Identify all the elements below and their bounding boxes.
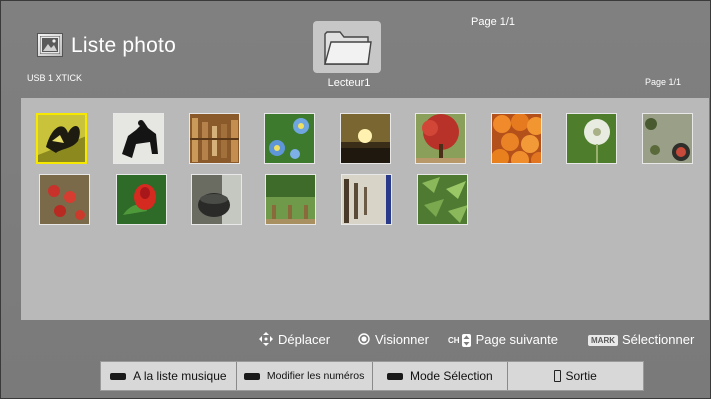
- thumbnail-stone-basin[interactable]: [191, 174, 242, 225]
- color-key-icon: [387, 372, 404, 380]
- thumbnail-blue-flowers[interactable]: [264, 113, 315, 164]
- thumbnail-garden-pots[interactable]: [642, 113, 693, 164]
- thumbnail-corridor[interactable]: [341, 174, 392, 225]
- edit-numbers-label: Modifier les numéros: [266, 370, 365, 382]
- function-button-bar: A la liste musique Modifier les numéros …: [100, 361, 644, 391]
- photo-grid: [21, 98, 709, 320]
- folder-button[interactable]: [313, 21, 381, 73]
- page-indicator-right: Page 1/1: [645, 77, 682, 87]
- edit-numbers-button[interactable]: Modifier les numéros: [237, 362, 373, 390]
- hint-next-page: CH Page suivante: [448, 332, 558, 348]
- thumbnail-sunset[interactable]: [340, 113, 391, 164]
- ch-updown-icon: [461, 334, 471, 348]
- exit-label: Sortie: [565, 369, 597, 383]
- thumbnail-horse-rider[interactable]: [113, 113, 164, 164]
- selection-mode-label: Mode Sélection: [410, 369, 493, 383]
- thumbnail-red-tree[interactable]: [415, 113, 466, 164]
- hint-view: Visionner: [358, 332, 429, 348]
- arrows-icon: [259, 332, 273, 349]
- music-list-label: A la liste musique: [133, 369, 227, 383]
- ok-button-icon: [358, 333, 370, 348]
- hint-next-page-label: Page suivante: [475, 332, 558, 347]
- device-label: USB 1 XTICK: [27, 73, 83, 83]
- navigation-hints: Déplacer Visionner CH Page suivante MARK…: [1, 332, 711, 350]
- page-indicator-top: Page 1/1: [471, 16, 516, 28]
- selection-mode-button[interactable]: Mode Sélection: [373, 362, 509, 390]
- hint-view-label: Visionner: [375, 332, 429, 347]
- color-key-icon: [110, 372, 127, 380]
- photo-list-icon: [37, 33, 63, 57]
- mark-badge: MARK: [588, 335, 618, 347]
- hint-select: MARK Sélectionner: [588, 332, 694, 347]
- ch-badge: CH: [448, 336, 460, 346]
- thumbnail-rose-hips[interactable]: [39, 174, 90, 225]
- hint-move-label: Déplacer: [278, 332, 331, 347]
- thumbnail-park-benches[interactable]: [265, 174, 316, 225]
- screen-frame: Liste photo USB 1 XTICK Lecteur1 Page 1/…: [0, 0, 711, 399]
- thumbnail-red-rose[interactable]: [116, 174, 167, 225]
- folder-label: Lecteur1: [327, 77, 371, 89]
- hint-select-label: Sélectionner: [622, 332, 695, 347]
- music-list-button[interactable]: A la liste musique: [101, 362, 237, 390]
- thumbnail-butterfly[interactable]: [36, 113, 87, 164]
- exit-icon: [554, 370, 562, 382]
- thumbnail-dandelion[interactable]: [566, 113, 617, 164]
- folder-icon: [324, 31, 372, 65]
- hint-move: Déplacer: [259, 332, 330, 349]
- thumbnail-library-shelves[interactable]: [189, 113, 240, 164]
- page-title: Liste photo: [71, 34, 176, 57]
- color-key-icon: [243, 372, 260, 380]
- thumbnail-bamboo[interactable]: [417, 174, 468, 225]
- exit-button[interactable]: Sortie: [508, 362, 643, 390]
- thumbnail-oranges[interactable]: [491, 113, 542, 164]
